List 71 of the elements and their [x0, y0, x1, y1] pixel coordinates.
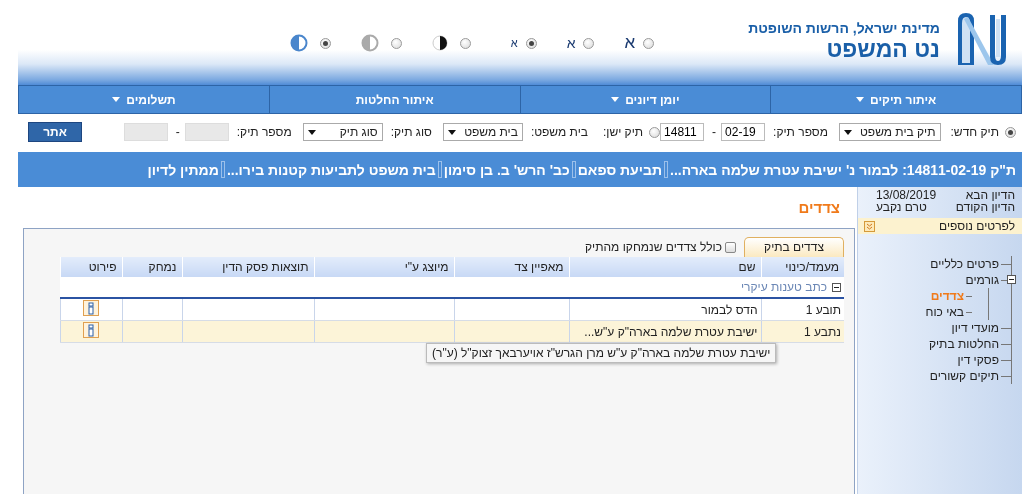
site-subtitle: מדינת ישראל, הרשות השופטת	[748, 20, 940, 36]
radio-button[interactable]	[1005, 126, 1016, 138]
font-size-option[interactable]: א	[624, 36, 636, 50]
grayscale-icon	[360, 34, 379, 52]
font-size-option[interactable]: א	[566, 36, 576, 50]
field-label: -	[712, 125, 717, 139]
radio-button[interactable]	[390, 37, 402, 49]
column-header: תוצאות פסק הדין	[182, 257, 314, 277]
tree-item[interactable]: פסקי דין	[957, 353, 999, 367]
field-label: בית משפט:	[530, 125, 588, 139]
tree-item[interactable]: גורמים	[965, 273, 999, 287]
tree-item[interactable]: תיקים קשורים	[929, 369, 999, 383]
column-header: פירוט	[60, 257, 122, 277]
chevron-down-icon	[864, 220, 875, 232]
logo-icon	[956, 11, 1008, 67]
dropdown[interactable]: תיק בית משפט	[839, 123, 941, 141]
case-info: ת"ק 14811-02-19: לבמור נ' ישיבת עטרת שלמה בארה...	[670, 161, 1016, 178]
dropdown[interactable]: בית משפט	[442, 123, 523, 141]
case-info: בית משפט לתביעות קטנות בירו...	[226, 161, 436, 178]
caret-icon	[307, 129, 316, 135]
field-label: סוג תיק:	[390, 125, 432, 139]
info-icon[interactable]	[83, 322, 99, 338]
section-title: צדדים	[797, 199, 840, 216]
font-size-option[interactable]: א	[510, 36, 518, 50]
radio-label: תיק חדש:	[950, 125, 999, 139]
tree-item[interactable]: פרטים כלליים	[930, 257, 999, 271]
radio-button[interactable]	[643, 37, 655, 49]
hearing-date: 13/08/2019	[876, 189, 937, 201]
case-info: ממתין לדיון	[147, 161, 219, 178]
field-label: מספר תיק:	[773, 125, 828, 139]
tree-item[interactable]: מועדי דיון	[951, 321, 999, 335]
tree-item[interactable]: החלטות בתיק	[928, 337, 999, 351]
hearing-label: הדיון הבא	[965, 189, 1015, 201]
radio-label: תיק ישן:	[602, 125, 644, 139]
search-button[interactable]: אתר	[28, 122, 82, 142]
caret-icon	[447, 129, 456, 135]
table-cell: ישיבת עטרת שלמה בארה"ק ע"ש...	[569, 320, 761, 343]
info-icon[interactable]	[83, 300, 99, 316]
tooltip: ישיבת עטרת שלמה בארה"ק ע"ש מרן הגרש"ז אויערבאך זצוק"ל (ע"ר)	[426, 343, 777, 363]
radio-button[interactable]	[583, 37, 595, 49]
field-label: -	[175, 125, 180, 139]
dark-contrast-icon	[431, 35, 448, 51]
column-header: נמחק	[122, 257, 182, 277]
caret-icon	[844, 129, 852, 135]
radio-button[interactable]	[459, 37, 471, 49]
table-cell: נתבע 1	[761, 320, 844, 343]
radio-button[interactable]	[525, 37, 537, 49]
hearing-label: הדיון הקודם	[955, 201, 1015, 213]
field-label: מספר תיק:	[236, 125, 292, 139]
radio-button[interactable]	[649, 126, 661, 138]
collapse-icon[interactable]	[832, 282, 841, 292]
checkbox[interactable]	[725, 241, 736, 253]
normal-contrast-icon	[289, 34, 308, 52]
case-info: כב' הרש' ב. בן סימון	[443, 161, 570, 178]
tree-item[interactable]: באי כוח	[925, 305, 964, 319]
column-header: מיוצג ע"י	[314, 257, 454, 277]
hearing-date: טרם נקבע	[876, 201, 927, 213]
column-header: שם	[569, 257, 761, 277]
dropdown[interactable]: סוג תיק	[302, 123, 383, 141]
case-info: תביעת ספאם	[577, 161, 662, 178]
radio-button[interactable]	[319, 37, 331, 49]
table-cell: תובע 1	[761, 298, 844, 321]
input-field[interactable]: 02-19	[721, 123, 766, 141]
table-cell: הדס לבמור	[569, 298, 761, 321]
input-field[interactable]: 14811	[660, 123, 705, 141]
group-label: כתב טענות עיקרי	[740, 280, 827, 294]
site-title: נט המשפט	[826, 36, 940, 62]
column-header: מאפיין צד	[454, 257, 569, 277]
tab[interactable]: צדדים בתיק	[744, 237, 844, 257]
column-header: מעמד/כינוי	[761, 257, 844, 277]
checkbox-label: כולל צדדים שנמחקו מהתיק	[585, 240, 722, 254]
